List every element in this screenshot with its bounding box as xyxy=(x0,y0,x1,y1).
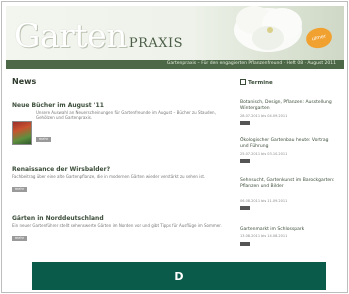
book-cover-image[interactable] xyxy=(12,121,32,145)
event-more-2[interactable] xyxy=(240,159,250,163)
event-more-4[interactable] xyxy=(240,242,250,246)
article-title-1[interactable]: Neue Bücher im August '11 xyxy=(12,102,104,109)
screenshot-frame: Garten PRAXIS ulmer Gartenpraxis – Für de… xyxy=(1,1,348,293)
nav-bar: Gartenpraxis – Für den engagierten Pflan… xyxy=(6,60,344,69)
more-button-2[interactable]: mehr xyxy=(12,187,27,192)
calendar-heading-label: Termine xyxy=(248,80,273,86)
event-title-4[interactable]: Gartenmarkt im Schlosspark xyxy=(240,227,336,233)
site-logo[interactable]: Garten PRAXIS xyxy=(14,16,183,55)
event-more-1[interactable] xyxy=(240,121,250,125)
event-date-3: 06.08.2011 bis 11.09.2011 xyxy=(240,199,288,203)
panel-label-d: D xyxy=(32,262,326,290)
more-button-3[interactable]: mehr xyxy=(12,236,27,241)
logo-main-text: Garten xyxy=(14,16,127,55)
news-heading: News xyxy=(12,77,37,86)
event-date-4: 13.08.2011 bis 14.08.2011 xyxy=(240,234,288,238)
article-title-3[interactable]: Gärten in Norddeutschland xyxy=(12,215,104,222)
article-text-3: Ein neuer Gartenführer stellt sehenswert… xyxy=(12,223,222,228)
event-title-2[interactable]: Ökologischer Gartenbau heute: Vortrag un… xyxy=(240,138,336,149)
more-button-1[interactable]: mehr xyxy=(36,137,51,142)
event-date-1: 28.07.2011 bis 04.09.2011 xyxy=(240,114,288,118)
website-page: Garten PRAXIS ulmer Gartenpraxis – Für de… xyxy=(6,6,344,290)
article-text-1: Unsere Auswahl an Neuerscheinungen für G… xyxy=(36,110,216,120)
logo-sub-text: PRAXIS xyxy=(128,36,184,51)
event-title-1[interactable]: Botanisch, Design, Pflanzen: Ausstellung… xyxy=(240,100,336,111)
event-more-3[interactable] xyxy=(240,206,250,210)
event-date-2: 25.07.2011 bis 03.10.2011 xyxy=(240,152,288,156)
article-title-2[interactable]: Renaissance der Wirsbalder? xyxy=(12,166,110,173)
calendar-icon xyxy=(240,79,246,85)
calendar-heading: Termine xyxy=(240,79,273,86)
site-header: Garten PRAXIS ulmer xyxy=(6,6,344,60)
flower-icon xyxy=(234,6,302,52)
nav-tagline: Gartenpraxis – Für den engagierten Pflan… xyxy=(166,61,336,66)
article-text-2: Fachbeitrag über eine alte Gartenpflanze… xyxy=(12,174,206,179)
event-title-3[interactable]: Sehnsucht, Gartenkunst im Barockgarten: … xyxy=(240,178,336,189)
